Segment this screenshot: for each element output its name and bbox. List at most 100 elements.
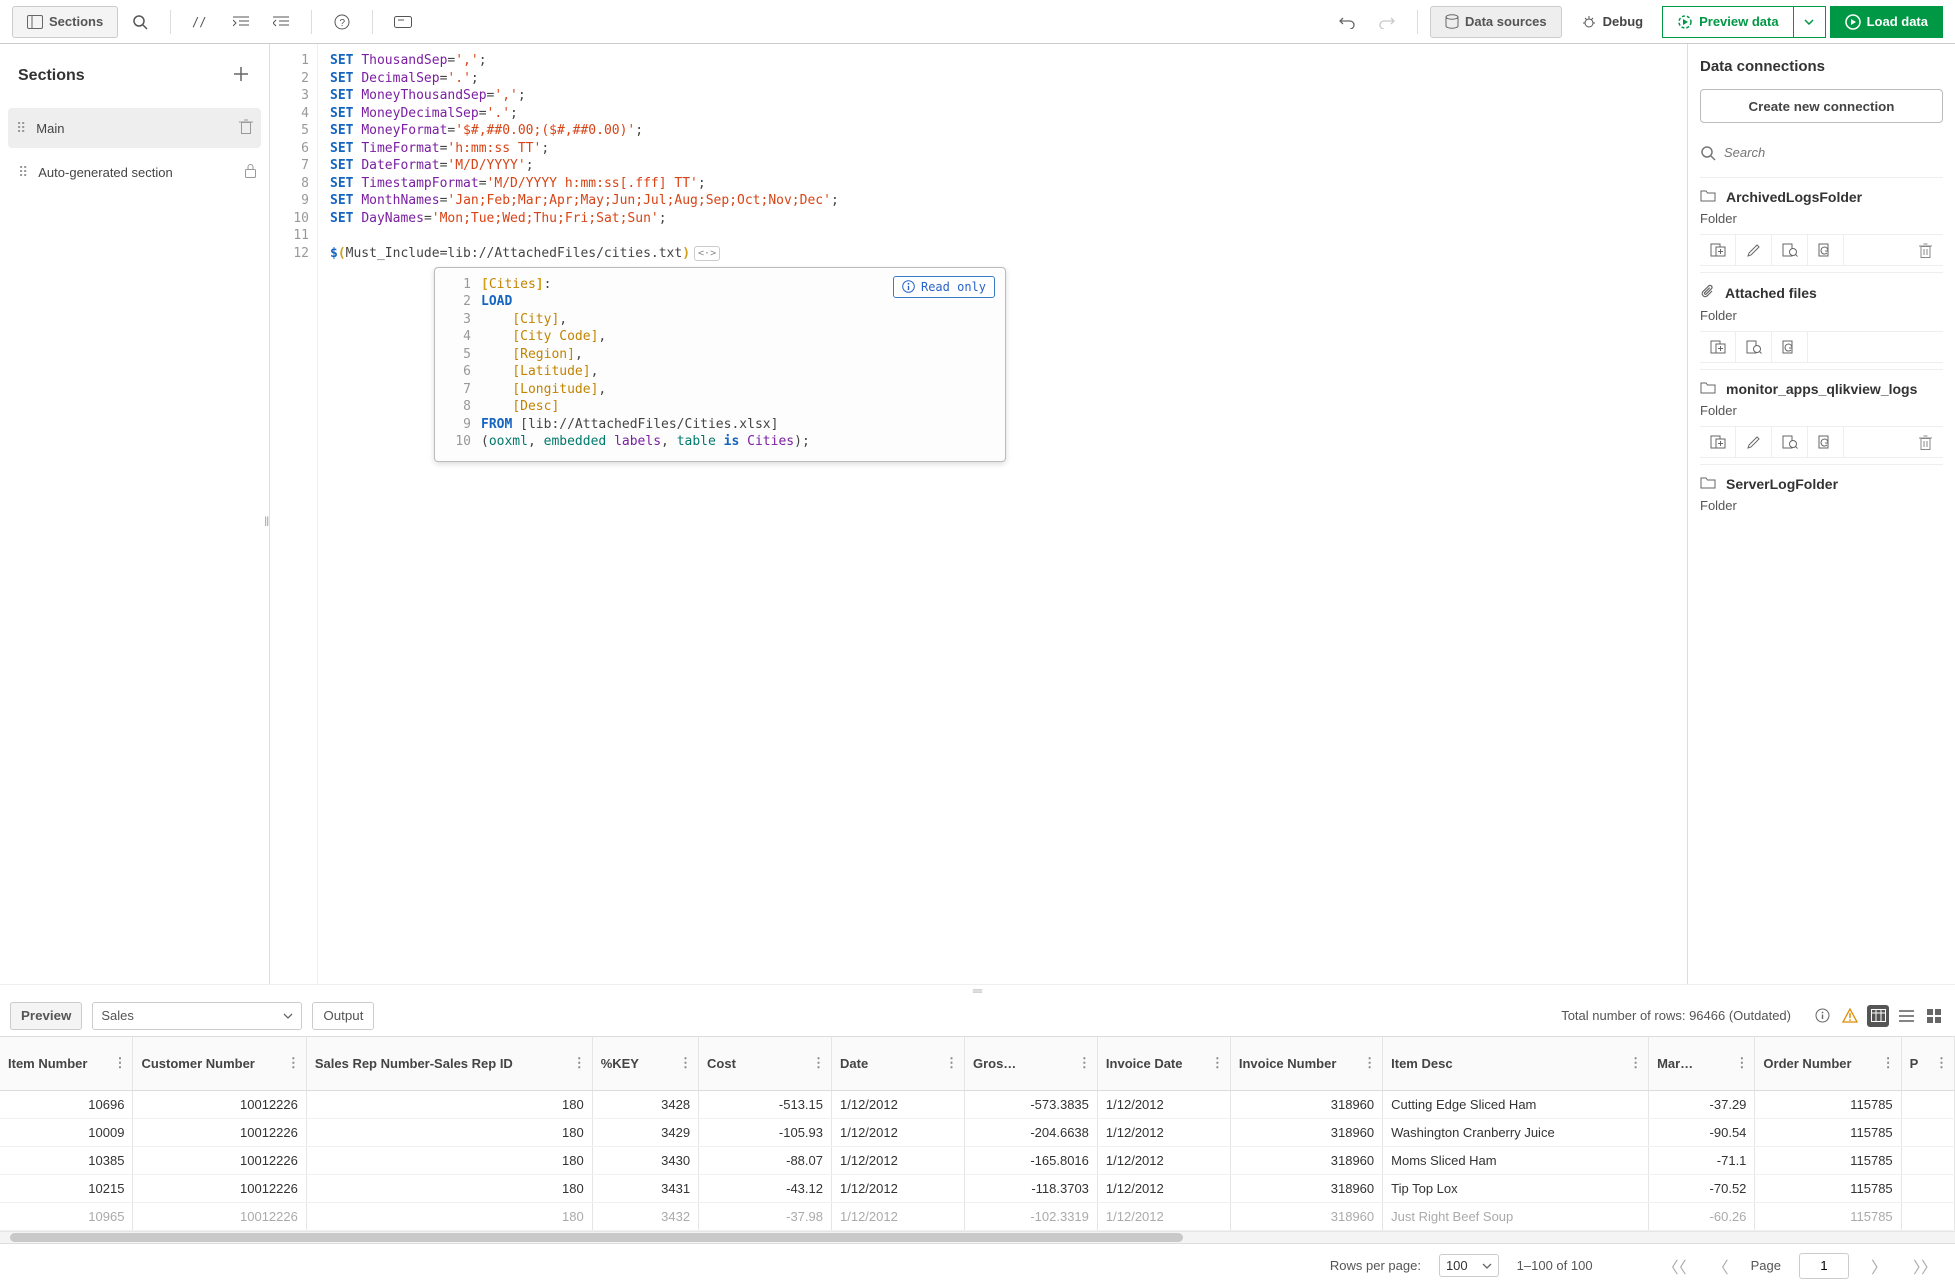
column-header[interactable]: Item Desc⋮ — [1383, 1037, 1649, 1091]
column-header[interactable]: Invoice Date⋮ — [1097, 1037, 1230, 1091]
table-cell: 3430 — [592, 1147, 698, 1175]
help-button[interactable]: ? — [324, 6, 360, 38]
column-menu-button[interactable]: ⋮ — [573, 1055, 586, 1071]
view-list-button[interactable] — [1895, 1005, 1917, 1027]
rows-per-page-select[interactable]: 100 — [1439, 1254, 1499, 1277]
script-editor[interactable]: ‖ 123456789101112 SET ThousandSep=','; S… — [270, 44, 1687, 984]
connection-select-button[interactable] — [1772, 235, 1808, 265]
section-item-main[interactable]: ⠿ Main — [8, 108, 261, 148]
connection-select-button[interactable] — [1736, 332, 1772, 362]
preview-table-wrapper[interactable]: Item Number⋮Customer Number⋮Sales Rep Nu… — [0, 1036, 1955, 1232]
view-button[interactable] — [385, 6, 421, 38]
view-grid-button[interactable] — [1923, 1005, 1945, 1027]
column-header[interactable]: %KEY ⋮ — [592, 1037, 698, 1091]
column-header[interactable]: Cost⋮ — [699, 1037, 832, 1091]
info-button[interactable] — [1811, 1005, 1833, 1027]
connection-item[interactable]: Attached files Folder — [1700, 272, 1943, 369]
connection-item[interactable]: ServerLogFolder Folder — [1700, 464, 1943, 527]
prev-page-button[interactable]: 〈 — [1709, 1254, 1733, 1278]
indent-button[interactable] — [223, 6, 259, 38]
section-item-auto[interactable]: ⠿ Auto-generated section — [0, 152, 269, 192]
warning-indicator[interactable] — [1839, 1005, 1861, 1027]
page-input[interactable] — [1799, 1253, 1849, 1279]
connection-insert-button[interactable] — [1700, 427, 1736, 457]
drag-handle-icon[interactable]: ⠿ — [18, 164, 26, 181]
sections-toggle-button[interactable]: Sections — [12, 6, 118, 38]
outdent-button[interactable] — [263, 6, 299, 38]
output-button[interactable]: Output — [312, 1002, 374, 1030]
column-menu-button[interactable]: ⋮ — [113, 1055, 126, 1071]
collapse-handle-left[interactable]: ‖ — [264, 514, 269, 529]
column-header[interactable]: Customer Number⋮ — [133, 1037, 306, 1091]
column-menu-button[interactable]: ⋮ — [1363, 1055, 1376, 1071]
connection-item[interactable]: monitor_apps_qlikview_logs Folder — [1700, 369, 1943, 464]
connection-refresh-button[interactable] — [1808, 427, 1844, 457]
horizontal-scrollbar[interactable] — [0, 1231, 1955, 1243]
column-header[interactable]: Date⋮ — [832, 1037, 965, 1091]
first-page-button[interactable]: 〈〈 — [1659, 1254, 1691, 1278]
connection-edit-button[interactable] — [1736, 235, 1772, 265]
column-menu-button[interactable]: ⋮ — [945, 1055, 958, 1071]
preview-data-button[interactable]: Preview data — [1662, 6, 1794, 38]
preview-toggle-button[interactable]: Preview — [10, 1002, 82, 1030]
preview-table-select[interactable]: Sales — [92, 1002, 302, 1030]
column-menu-button[interactable]: ⋮ — [812, 1055, 825, 1071]
code-area[interactable]: SET ThousandSep=','; SET DecimalSep='.';… — [318, 44, 1687, 984]
drag-handle-icon[interactable]: ⠿ — [16, 120, 24, 137]
separator — [372, 10, 373, 34]
search-button[interactable] — [122, 6, 158, 38]
column-menu-button[interactable]: ⋮ — [1935, 1055, 1948, 1071]
column-label: %KEY — [601, 1056, 639, 1071]
column-menu-button[interactable]: ⋮ — [1882, 1055, 1895, 1071]
table-cell: 10012226 — [133, 1175, 306, 1203]
column-header[interactable]: Invoice Number⋮ — [1230, 1037, 1382, 1091]
connection-item[interactable]: ArchivedLogsFolder Folder — [1700, 177, 1943, 272]
column-header[interactable]: Item Number⋮ — [0, 1037, 133, 1091]
connection-insert-button[interactable] — [1700, 235, 1736, 265]
column-header[interactable]: Gros…⋮ — [964, 1037, 1097, 1091]
connection-type: Folder — [1700, 308, 1943, 323]
redo-button[interactable] — [1369, 6, 1405, 38]
debug-button[interactable]: Debug — [1566, 6, 1658, 38]
table-row[interactable]: 10696100122261803428-513.151/12/2012-573… — [0, 1091, 1955, 1119]
connection-refresh-button[interactable] — [1772, 332, 1808, 362]
horizontal-resize-handle[interactable]: ═ — [0, 984, 1955, 996]
table-row[interactable]: 10385100122261803430-88.071/12/2012-165.… — [0, 1147, 1955, 1175]
connection-delete-button[interactable] — [1907, 235, 1943, 265]
connection-delete-button[interactable] — [1907, 427, 1943, 457]
table-row[interactable]: 10965100122261803432-37.981/12/2012-102.… — [0, 1203, 1955, 1231]
data-sources-button[interactable]: Data sources — [1430, 6, 1562, 38]
last-page-button[interactable]: 〉〉 — [1909, 1254, 1941, 1278]
create-connection-button[interactable]: Create new connection — [1700, 89, 1943, 123]
view-table-button[interactable] — [1867, 1005, 1889, 1027]
delete-section-button[interactable] — [239, 119, 253, 137]
connection-insert-button[interactable] — [1700, 332, 1736, 362]
column-header[interactable]: Order Number⋮ — [1755, 1037, 1901, 1091]
load-data-button[interactable]: Load data — [1830, 6, 1943, 38]
column-header[interactable]: P⋮ — [1901, 1037, 1954, 1091]
table-row[interactable]: 10009100122261803429-105.931/12/2012-204… — [0, 1119, 1955, 1147]
grid-view-icon — [1927, 1009, 1941, 1023]
connection-select-button[interactable] — [1772, 427, 1808, 457]
column-menu-button[interactable]: ⋮ — [1629, 1055, 1642, 1071]
preview-data-dropdown[interactable] — [1794, 6, 1826, 38]
attach-icon — [1700, 283, 1715, 302]
comment-button[interactable]: // — [183, 6, 219, 38]
undo-button[interactable] — [1329, 6, 1365, 38]
column-header[interactable]: Sales Rep Number-Sales Rep ID⋮ — [306, 1037, 592, 1091]
connection-edit-button[interactable] — [1736, 427, 1772, 457]
column-menu-button[interactable]: ⋮ — [1735, 1055, 1748, 1071]
column-menu-button[interactable]: ⋮ — [1078, 1055, 1091, 1071]
next-page-button[interactable]: 〉 — [1867, 1254, 1891, 1278]
add-section-button[interactable] — [227, 62, 255, 90]
column-menu-button[interactable]: ⋮ — [287, 1055, 300, 1071]
connection-search[interactable] — [1700, 139, 1943, 167]
expand-chip[interactable]: <·> — [694, 246, 720, 262]
table-row[interactable]: 10215100122261803431-43.121/12/2012-118.… — [0, 1175, 1955, 1203]
info-icon — [1815, 1008, 1830, 1023]
column-menu-button[interactable]: ⋮ — [679, 1055, 692, 1071]
connection-search-input[interactable] — [1724, 139, 1943, 166]
connection-refresh-button[interactable] — [1808, 235, 1844, 265]
column-header[interactable]: Mar…⋮ — [1649, 1037, 1755, 1091]
column-menu-button[interactable]: ⋮ — [1211, 1055, 1224, 1071]
